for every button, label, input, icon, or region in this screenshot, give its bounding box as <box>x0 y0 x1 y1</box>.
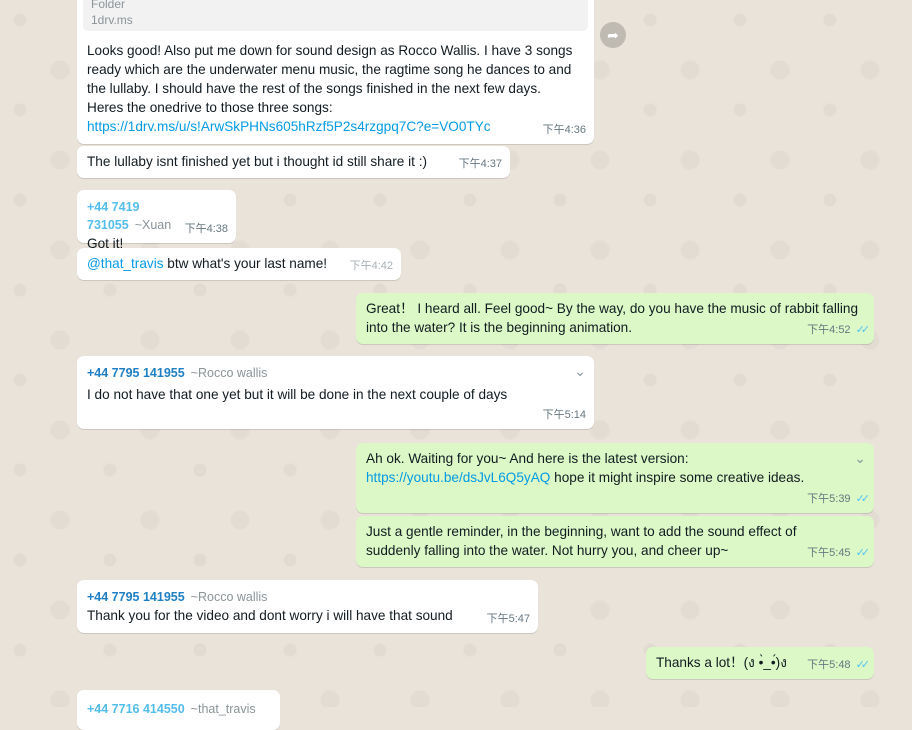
onedrive-link[interactable]: https://1drv.ms/u/s!ArwSkPHNs605hRzf5P2s… <box>87 119 491 134</box>
mention-link[interactable]: @that_travis <box>87 256 164 271</box>
message-time: 下午5:14 <box>542 409 586 421</box>
sender-number[interactable]: +44 7795 141955 <box>87 590 185 604</box>
message-incoming[interactable]: The lullaby isnt finished yet but i thou… <box>77 146 510 178</box>
sender-alias: ~Rocco wallis <box>190 590 268 604</box>
double-check-icon: ✓✓ <box>855 547 871 559</box>
sender-number[interactable]: +44 7795 141955 <box>87 366 185 380</box>
message-incoming[interactable]: +44 7716 414550 ~that_travis <box>77 690 280 730</box>
double-check-icon: ✓✓ <box>855 493 871 505</box>
link-preview[interactable]: Folder 1drv.ms <box>83 0 588 31</box>
link-preview-domain: 1drv.ms <box>91 13 133 27</box>
message-text: Great！ I heard all. Feel good~ By the wa… <box>366 301 859 335</box>
message-outgoing[interactable]: Great！ I heard all. Feel good~ By the wa… <box>356 293 874 344</box>
message-text: The lullaby isnt finished yet but i thou… <box>87 154 428 169</box>
message-meta: 下午5:39 ✓✓ <box>807 490 871 509</box>
message-text: Ah ok. Waiting for you~ And here is the … <box>356 443 874 487</box>
message-incoming[interactable]: @that_travis btw what's your last name! … <box>77 248 401 280</box>
message-meta: 下午5:45 ✓✓ <box>807 544 871 563</box>
message-body: Looks good! Also put me down for sound d… <box>87 43 573 115</box>
message-time: 下午5:45 <box>807 547 851 559</box>
message-outgoing[interactable]: ⌄ Ah ok. Waiting for you~ And here is th… <box>356 443 874 513</box>
message-meta: 下午5:48 ✓✓ <box>807 656 871 675</box>
sender-number[interactable]: +44 7419 731055 <box>87 200 139 232</box>
sender-number[interactable]: +44 7716 414550 <box>87 702 185 716</box>
message-time: 下午4:52 <box>807 324 851 336</box>
message-time: 下午4:36 <box>542 124 586 136</box>
sender-alias: ~Rocco wallis <box>190 366 268 380</box>
forward-icon[interactable]: ➦ <box>600 22 626 48</box>
message-text: Just a gentle reminder, in the beginning… <box>366 524 797 558</box>
message-time: 下午5:39 <box>807 493 851 505</box>
youtube-link[interactable]: https://youtu.be/dsJvL6Q5yAQ <box>366 470 550 485</box>
chevron-down-icon[interactable]: ⌄ <box>574 362 586 381</box>
double-check-icon: ✓✓ <box>855 324 871 336</box>
message-outgoing[interactable]: Just a gentle reminder, in the beginning… <box>356 516 874 567</box>
message-incoming[interactable]: Folder 1drv.ms Looks good! Also put me d… <box>77 0 594 144</box>
message-body: btw what's your last name! <box>163 256 328 271</box>
message-time: 下午4:38 <box>184 223 228 235</box>
sender-info: +44 7716 414550 ~that_travis <box>77 690 280 718</box>
message-time: 下午4:37 <box>458 158 502 170</box>
message-time: 下午5:48 <box>807 659 851 671</box>
message-incoming[interactable]: +44 7419 731055 ~Xuan Got it! 下午4:38 <box>77 190 236 251</box>
sender-info: +44 7795 141955 ~Rocco wallis <box>77 580 538 606</box>
message-text: I do not have that one yet but it will b… <box>87 387 508 402</box>
message-time: 下午5:47 <box>486 613 530 625</box>
message-time: 下午4:42 <box>349 260 393 272</box>
sender-info: +44 7795 141955 ~Rocco wallis <box>77 356 594 382</box>
message-body: Ah ok. Waiting for you~ And here is the … <box>366 451 689 466</box>
message-outgoing[interactable]: Thanks a lot！(ง •̀_•́)ง 下午5:48 ✓✓ <box>646 647 874 679</box>
message-body-after: hope it might inspire some creative idea… <box>550 470 805 485</box>
message-meta: 下午4:52 ✓✓ <box>807 321 871 340</box>
sender-alias: ~that_travis <box>190 702 256 716</box>
message-incoming[interactable]: +44 7795 141955 ~Rocco wallis ⌄ I do not … <box>77 356 594 429</box>
message-text: Thank you for the video and dont worry i… <box>87 608 453 623</box>
link-preview-title: Folder <box>91 0 126 11</box>
message-incoming[interactable]: +44 7795 141955 ~Rocco wallis Thank you f… <box>77 580 538 633</box>
message-text: Looks good! Also put me down for sound d… <box>77 31 594 136</box>
double-check-icon: ✓✓ <box>855 659 871 671</box>
sender-alias: ~Xuan <box>134 218 172 232</box>
chevron-down-icon[interactable]: ⌄ <box>854 449 866 468</box>
